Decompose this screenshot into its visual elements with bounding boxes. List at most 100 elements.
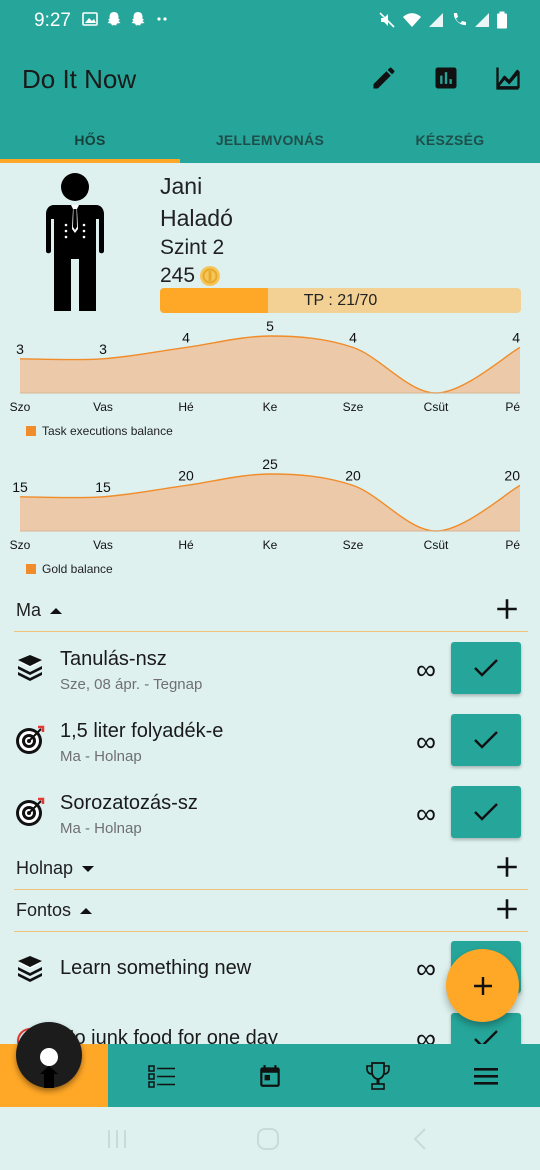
plus-icon: [473, 976, 492, 995]
section-tomorrow-header[interactable]: Holnap: [16, 858, 95, 879]
x-tick-label: Sze: [343, 538, 364, 552]
tab-skills[interactable]: KÉSZSÉG: [360, 116, 540, 163]
signal-icon: [475, 13, 489, 27]
x-tick-label: Szo: [10, 400, 31, 414]
app-bar: Do It Now: [0, 44, 540, 116]
repeat-infinite-icon: ∞: [416, 953, 436, 984]
gold-coin-icon: [200, 266, 221, 286]
section-tomorrow[interactable]: Holnap: [14, 848, 528, 890]
floating-hero-avatar[interactable]: [16, 1022, 82, 1088]
recent-apps-icon[interactable]: [105, 1128, 129, 1150]
app-title: Do It Now: [22, 64, 137, 94]
check-icon: [474, 659, 498, 677]
hero-name: Jani: [160, 173, 203, 199]
task-balance-chart-svg: 3 Szo 3 Vas 4 Hé 5 Ke 4 Sze Csüt 4 Pé: [10, 318, 521, 414]
task-subtitle: Ma - Holnap: [60, 820, 142, 837]
x-tick-label: Ke: [263, 538, 278, 552]
add-fab-button[interactable]: [446, 949, 519, 1022]
data-label: 20: [504, 467, 520, 483]
trophy-icon: [366, 1061, 390, 1090]
hero-rank: Haladó: [160, 205, 233, 231]
repeat-infinite-icon: ∞: [416, 798, 436, 829]
task-title: Learn something new: [60, 957, 252, 979]
tab-traits[interactable]: JELLEMVONÁS: [180, 116, 360, 163]
check-icon: [474, 803, 498, 821]
repeat-infinite-icon: ∞: [416, 726, 436, 757]
complete-task-button[interactable]: [451, 786, 521, 838]
section-today-label: Ma: [16, 600, 42, 620]
x-tick-label: Szo: [10, 538, 31, 552]
legend-swatch: [26, 564, 36, 574]
x-tick-label: Vas: [93, 538, 113, 552]
home-icon[interactable]: [256, 1127, 280, 1151]
mute-icon: [379, 12, 395, 28]
caret-up-icon: [50, 607, 63, 614]
data-label: 20: [345, 467, 361, 483]
system-navigation-bar: [0, 1107, 540, 1170]
x-tick-label: Vas: [93, 400, 113, 414]
hero-gold: 245: [160, 264, 221, 288]
data-label: 4: [182, 329, 190, 345]
tab-hero[interactable]: HŐS: [0, 116, 180, 163]
task-balance-legend: Task executions balance: [26, 424, 173, 438]
legend-label: Gold balance: [42, 562, 113, 576]
notification-icons: [82, 11, 170, 27]
nav-menu[interactable]: [432, 1044, 540, 1107]
nav-tasks[interactable]: [108, 1044, 216, 1107]
task-item[interactable]: 1,5 liter folyadék-e Ma - Holnap ∞: [0, 714, 540, 786]
books-icon: [18, 655, 42, 681]
checklist-icon: [148, 1064, 175, 1088]
snapchat-icon: [131, 12, 145, 26]
section-today[interactable]: Ma: [14, 590, 528, 632]
calendar-icon: [260, 1064, 280, 1087]
hero-avatar[interactable]: [44, 173, 106, 311]
gold-balance-chart-svg: 15 Szo 15 Vas 20 Hé 25 Ke 20 Sze Csüt 20 Pé: [10, 456, 521, 552]
section-important[interactable]: Fontos: [14, 890, 528, 932]
caret-up-icon: [80, 907, 93, 914]
x-tick-label: Ke: [263, 400, 278, 414]
check-icon: [474, 731, 498, 749]
x-tick-label: Pé: [505, 400, 520, 414]
call-icon: [453, 13, 466, 26]
data-label: 5: [266, 318, 274, 334]
task-balance-chart: 3 Szo 3 Vas 4 Hé 5 Ke 4 Sze Csüt 4 Pé: [0, 310, 540, 420]
complete-task-button[interactable]: [451, 642, 521, 694]
nav-calendar[interactable]: [216, 1044, 324, 1107]
gold-amount: 245: [160, 264, 196, 287]
trend-chart-icon[interactable]: [494, 64, 522, 92]
data-label: 3: [99, 341, 107, 357]
add-task-tomorrow-icon[interactable]: [494, 854, 520, 880]
data-label: 3: [16, 341, 24, 357]
app-actions: [370, 64, 522, 92]
bar-chart-icon[interactable]: [432, 64, 460, 92]
series-area: [20, 336, 520, 393]
data-label: 15: [12, 479, 28, 495]
edit-icon[interactable]: [370, 64, 398, 92]
nav-achievements[interactable]: [324, 1044, 432, 1107]
legend-swatch: [26, 426, 36, 436]
hero-level: Szint 2: [160, 236, 225, 259]
target-icon: [16, 725, 45, 754]
data-label: 20: [178, 467, 194, 483]
person-icon: [40, 1048, 58, 1088]
data-label: 15: [95, 479, 111, 495]
add-task-important-icon[interactable]: [494, 896, 520, 922]
x-tick-label: Hé: [178, 538, 194, 552]
task-subtitle: Ma - Holnap: [60, 748, 142, 765]
add-task-today-icon[interactable]: [494, 596, 520, 622]
snapchat-icon: [107, 12, 121, 26]
x-tick-label: Hé: [178, 400, 194, 414]
gallery-icon: [82, 12, 98, 26]
section-important-header[interactable]: Fontos: [16, 900, 93, 921]
data-label: 25: [262, 456, 278, 472]
system-status-icons: [378, 11, 508, 29]
task-item[interactable]: Tanulás-nsz Sze, 08 ápr. - Tegnap ∞: [0, 642, 540, 714]
complete-task-button[interactable]: [451, 714, 521, 766]
x-tick-label: Sze: [343, 400, 364, 414]
data-label: 4: [349, 329, 357, 345]
task-title: 1,5 liter folyadék-e: [60, 720, 224, 742]
back-icon[interactable]: [410, 1127, 430, 1151]
section-today-header[interactable]: Ma: [16, 600, 63, 621]
x-tick-label: Pé: [505, 538, 520, 552]
target-icon: [16, 797, 45, 826]
